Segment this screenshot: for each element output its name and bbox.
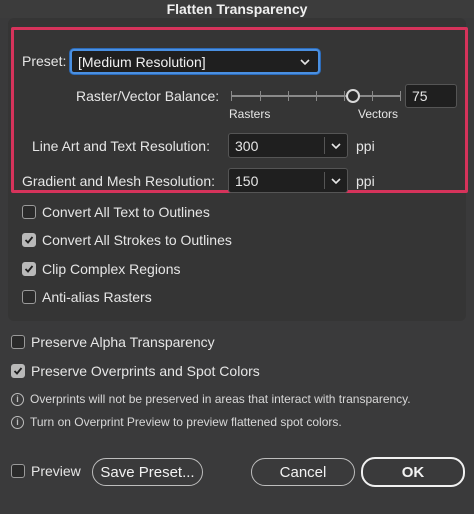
dialog-title: Flatten Transparency — [166, 1, 308, 17]
gradient-resolution-combo[interactable]: 150 — [228, 168, 348, 193]
option-label: Preserve Overprints and Spot Colors — [31, 363, 260, 379]
option-convert-strokes[interactable]: Convert All Strokes to Outlines — [22, 232, 232, 248]
checkmark-icon — [13, 367, 23, 375]
balance-value-field[interactable]: 75 — [405, 84, 457, 108]
line-art-value: 300 — [235, 137, 259, 154]
option-label: Anti-alias Rasters — [42, 289, 152, 305]
option-label: Convert All Strokes to Outlines — [42, 232, 232, 248]
gradient-unit: ppi — [356, 173, 375, 189]
line-art-label: Line Art and Text Resolution: — [32, 138, 210, 154]
dialog-title-bar: Flatten Transparency — [0, 0, 474, 18]
chevron-down-icon[interactable] — [331, 141, 341, 151]
balance-value: 75 — [412, 88, 428, 104]
checkbox[interactable] — [22, 262, 36, 276]
balance-label: Raster/Vector Balance: — [76, 88, 220, 104]
info-icon: i — [11, 415, 24, 429]
chevron-down-icon — [300, 58, 310, 65]
preset-label: Preset: — [22, 53, 67, 69]
ok-button[interactable]: OK — [361, 457, 465, 487]
preset-dropdown[interactable]: [Medium Resolution] — [70, 49, 320, 74]
option-convert-text[interactable]: Convert All Text to Outlines — [22, 204, 210, 220]
ok-label: OK — [401, 463, 425, 481]
line-art-unit: ppi — [356, 138, 375, 154]
checkbox[interactable] — [11, 464, 25, 478]
checkmark-icon — [24, 236, 34, 244]
slider-tick — [400, 91, 401, 101]
option-label: Preserve Alpha Transparency — [31, 334, 215, 350]
balance-slider-thumb[interactable] — [346, 89, 360, 103]
checkbox[interactable] — [22, 205, 36, 219]
slider-tick — [260, 91, 261, 101]
info-message: i Turn on Overprint Preview to preview f… — [11, 415, 342, 429]
gradient-label: Gradient and Mesh Resolution: — [22, 173, 215, 189]
info-text: Overprints will not be preserved in area… — [30, 392, 411, 406]
info-message: i Overprints will not be preserved in ar… — [11, 392, 411, 406]
gradient-value: 150 — [235, 172, 259, 189]
chevron-down-icon[interactable] — [331, 176, 341, 186]
info-text: Turn on Overprint Preview to preview fla… — [30, 415, 342, 429]
slider-tick — [344, 91, 345, 101]
vectors-label: Vectors — [358, 107, 399, 121]
rasters-label: Rasters — [229, 107, 271, 121]
option-label: Convert All Text to Outlines — [42, 204, 210, 220]
preset-value: [Medium Resolution] — [78, 53, 206, 70]
slider-tick — [316, 91, 317, 101]
option-label: Clip Complex Regions — [42, 261, 181, 277]
checkbox[interactable] — [22, 233, 36, 247]
checkbox[interactable] — [22, 290, 36, 304]
preview-label: Preview — [31, 463, 81, 479]
slider-tick — [372, 91, 373, 101]
checkmark-icon — [24, 265, 34, 273]
option-anti-alias[interactable]: Anti-alias Rasters — [22, 289, 152, 305]
cancel-label: Cancel — [279, 463, 327, 481]
checkbox[interactable] — [11, 364, 25, 378]
cancel-button[interactable]: Cancel — [251, 458, 355, 486]
preserve-overprints-option[interactable]: Preserve Overprints and Spot Colors — [11, 363, 260, 379]
preview-option[interactable]: Preview — [11, 463, 81, 479]
save-preset-button[interactable]: Save Preset... — [92, 458, 203, 486]
info-icon: i — [11, 392, 24, 406]
slider-tick — [288, 91, 289, 101]
option-clip-complex[interactable]: Clip Complex Regions — [22, 261, 181, 277]
slider-tick — [231, 91, 232, 101]
combo-divider — [324, 137, 325, 154]
preserve-alpha-option[interactable]: Preserve Alpha Transparency — [11, 334, 215, 350]
save-preset-label: Save Preset... — [100, 463, 195, 481]
combo-divider — [324, 172, 325, 189]
checkbox[interactable] — [11, 335, 25, 349]
line-art-resolution-combo[interactable]: 300 — [228, 133, 348, 158]
